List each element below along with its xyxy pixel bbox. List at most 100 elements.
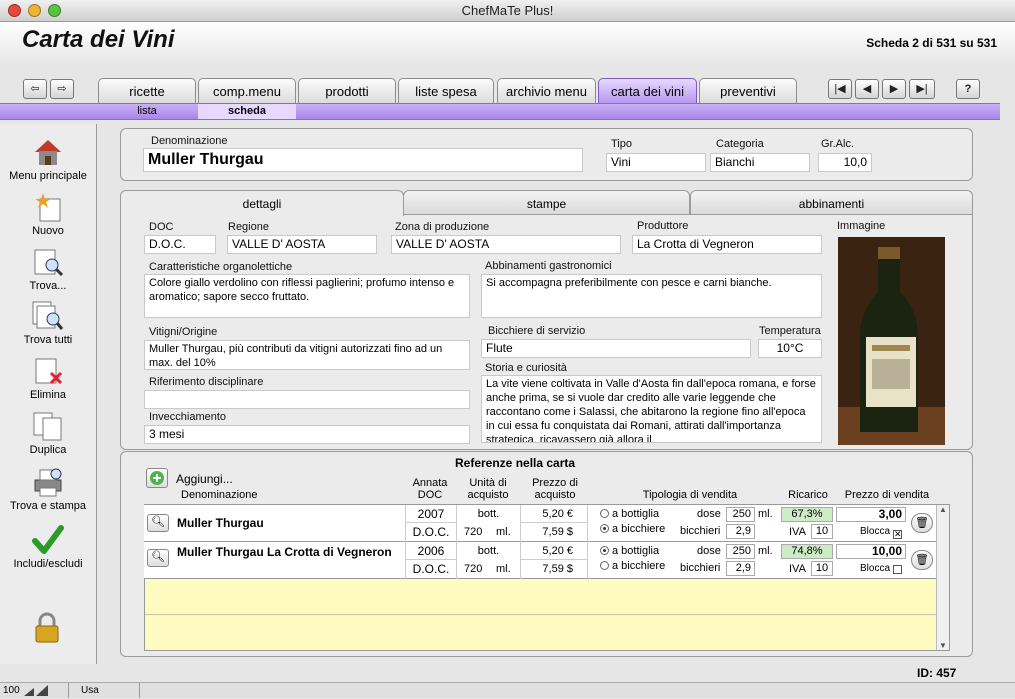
bicchiere-field[interactable]: Flute (481, 339, 751, 358)
zona-field[interactable]: VALLE D' AOSTA (391, 235, 621, 254)
zoom-window-icon[interactable] (48, 4, 61, 17)
denominazione-field[interactable]: Muller Thurgau (143, 148, 583, 172)
price-eur: 5,20 € (521, 505, 587, 523)
trova-button[interactable]: Trova... (0, 246, 96, 292)
checkmark-icon (32, 525, 64, 554)
bicchieri-field[interactable]: 2,9 (726, 561, 755, 576)
radio-bottiglia[interactable]: a bottiglia (600, 545, 659, 557)
menu-principale-button[interactable]: Menu principale (0, 136, 96, 182)
delete-row-button[interactable]: 🗑︎ (911, 550, 933, 570)
price-usd: 7,59 $ (542, 526, 573, 538)
radio-bicchiere[interactable]: a bicchiere (600, 523, 665, 535)
radio-bottiglia[interactable]: a bottiglia (600, 508, 659, 520)
doc-value: D.O.C. (412, 525, 450, 539)
abbinamenti-field[interactable]: Si accompagna preferibilmente con pesce … (481, 274, 822, 318)
tab-ricette[interactable]: ricette (98, 78, 196, 103)
previous-record-button[interactable]: ◀ (855, 79, 879, 99)
price-eur: 5,20 € (521, 542, 587, 560)
doc-field[interactable]: D.O.C. (144, 235, 216, 254)
trova-tutti-button[interactable]: Trova tutti (0, 300, 96, 346)
iva-label: IVA (789, 563, 806, 575)
view-reference-button[interactable]: 🔍︎ (147, 549, 169, 567)
subtab-scheda[interactable]: scheda (198, 104, 296, 119)
table-row[interactable]: 🔍︎ Muller Thurgau La Crotta di Vegneron … (144, 542, 936, 579)
zoom-control-icon[interactable] (24, 685, 50, 696)
minimize-window-icon[interactable] (28, 4, 41, 17)
blocca-checkbox[interactable]: ✕ (893, 527, 902, 539)
next-record-button[interactable]: ▶ (882, 79, 906, 99)
gradazione-field[interactable]: 10,0 (818, 153, 872, 172)
vitigni-field[interactable]: Muller Thurgau, più contributi da vitign… (144, 340, 470, 370)
temperatura-field[interactable]: 10°C (758, 339, 822, 358)
elimina-button[interactable]: Elimina (0, 355, 96, 401)
invecchiamento-field[interactable]: 3 mesi (144, 425, 470, 444)
lock-icon[interactable] (33, 612, 61, 644)
help-button[interactable]: ? (956, 79, 980, 99)
prezzo-cell: 5,20 € 7,59 $ (520, 542, 588, 579)
tab-abbinamenti[interactable]: abbinamenti (690, 190, 973, 215)
tab-dettagli[interactable]: dettagli (120, 190, 404, 216)
table-scrollbar[interactable]: ▲ ▼ (936, 505, 949, 650)
forward-button[interactable]: ⇨ (50, 79, 74, 99)
denominazione-label: Denominazione (151, 135, 228, 147)
first-record-button[interactable]: |◀ (828, 79, 852, 99)
caratteristiche-field[interactable]: Colore giallo verdolino con riflessi pag… (144, 274, 470, 318)
aggiungi-button[interactable] (146, 468, 168, 488)
bicchiere-label: Bicchiere di servizio (488, 325, 586, 337)
delete-row-button[interactable]: 🗑︎ (911, 513, 933, 533)
storia-field[interactable]: La vite viene coltivata in Valle d'Aosta… (481, 375, 822, 443)
tab-liste-spesa[interactable]: liste spesa (398, 78, 494, 103)
iva-field[interactable]: 10 (811, 524, 833, 539)
mode-indicator[interactable]: Usa (68, 683, 140, 698)
radio-bottiglia-label: a bottiglia (612, 545, 660, 557)
annata-value: 2006 (406, 542, 456, 560)
ricarico-field[interactable]: 74,8% (781, 544, 833, 559)
page-title: Carta dei Vini (22, 26, 175, 53)
radio-bicchiere[interactable]: a bicchiere (600, 560, 665, 572)
tab-stampe[interactable]: stampe (403, 190, 690, 215)
tab-prodotti[interactable]: prodotti (298, 78, 396, 103)
tipo-field[interactable]: Vini (606, 153, 706, 172)
scroll-down-icon[interactable]: ▼ (937, 641, 949, 650)
dose-field[interactable]: 250 (726, 507, 755, 522)
prev-icon: ◀ (862, 83, 872, 95)
categoria-field[interactable]: Bianchi (710, 153, 810, 172)
last-record-button[interactable]: ▶| (909, 79, 935, 99)
subtab-lista[interactable]: lista (98, 104, 196, 119)
tab-comp-menu[interactable]: comp.menu (198, 78, 296, 103)
qty-unit: ml. (496, 563, 511, 575)
wine-bottle-image[interactable] (838, 237, 945, 445)
produttore-field[interactable]: La Crotta di Vegneron (632, 235, 822, 254)
zoom-level[interactable]: 100 (3, 685, 20, 696)
prezzo-vendita-field[interactable]: 3,00 (836, 507, 906, 522)
storia-label: Storia e curiosità (485, 362, 567, 374)
back-button[interactable]: ⇦ (23, 79, 47, 99)
close-window-icon[interactable] (8, 4, 21, 17)
sidebar-label: Trova tutti (23, 334, 73, 346)
aggiungi-label[interactable]: Aggiungi... (176, 472, 233, 486)
iva-field[interactable]: 10 (811, 561, 833, 576)
dose-field[interactable]: 250 (726, 544, 755, 559)
tab-preventivi[interactable]: preventivi (699, 78, 797, 103)
blocca-checkbox[interactable] (893, 564, 902, 576)
col-unita-1: Unità di (469, 477, 507, 489)
view-reference-button[interactable]: 🔍︎ (147, 514, 169, 532)
nuovo-button[interactable]: Nuovo (0, 191, 96, 237)
tab-archivio-menu[interactable]: archivio menu (497, 78, 596, 103)
regione-field[interactable]: VALLE D' AOSTA (227, 235, 377, 254)
row-divider (145, 614, 936, 615)
ricarico-field[interactable]: 67,3% (781, 507, 833, 522)
table-row[interactable]: 🔍︎ Muller Thurgau 2007 D.O.C. bott. 720 … (144, 505, 936, 542)
includi-escludi-button[interactable]: Includi/escludi (0, 524, 96, 570)
prezzo-vendita-field[interactable]: 10,00 (836, 544, 906, 559)
bicchieri-field[interactable]: 2,9 (726, 524, 755, 539)
trova-e-stampa-button[interactable]: Trova e stampa (0, 466, 96, 512)
scroll-up-icon[interactable]: ▲ (937, 505, 949, 514)
col-prezzo-1: Prezzo di (532, 477, 578, 489)
vitigni-label: Vitigni/Origine (149, 326, 218, 338)
wine-bottle-icon (838, 237, 945, 445)
tab-carta-dei-vini[interactable]: carta dei vini (598, 78, 697, 103)
dose-unit: ml. (758, 508, 773, 520)
duplica-button[interactable]: Duplica (0, 410, 96, 456)
riferimento-field[interactable] (144, 390, 470, 409)
